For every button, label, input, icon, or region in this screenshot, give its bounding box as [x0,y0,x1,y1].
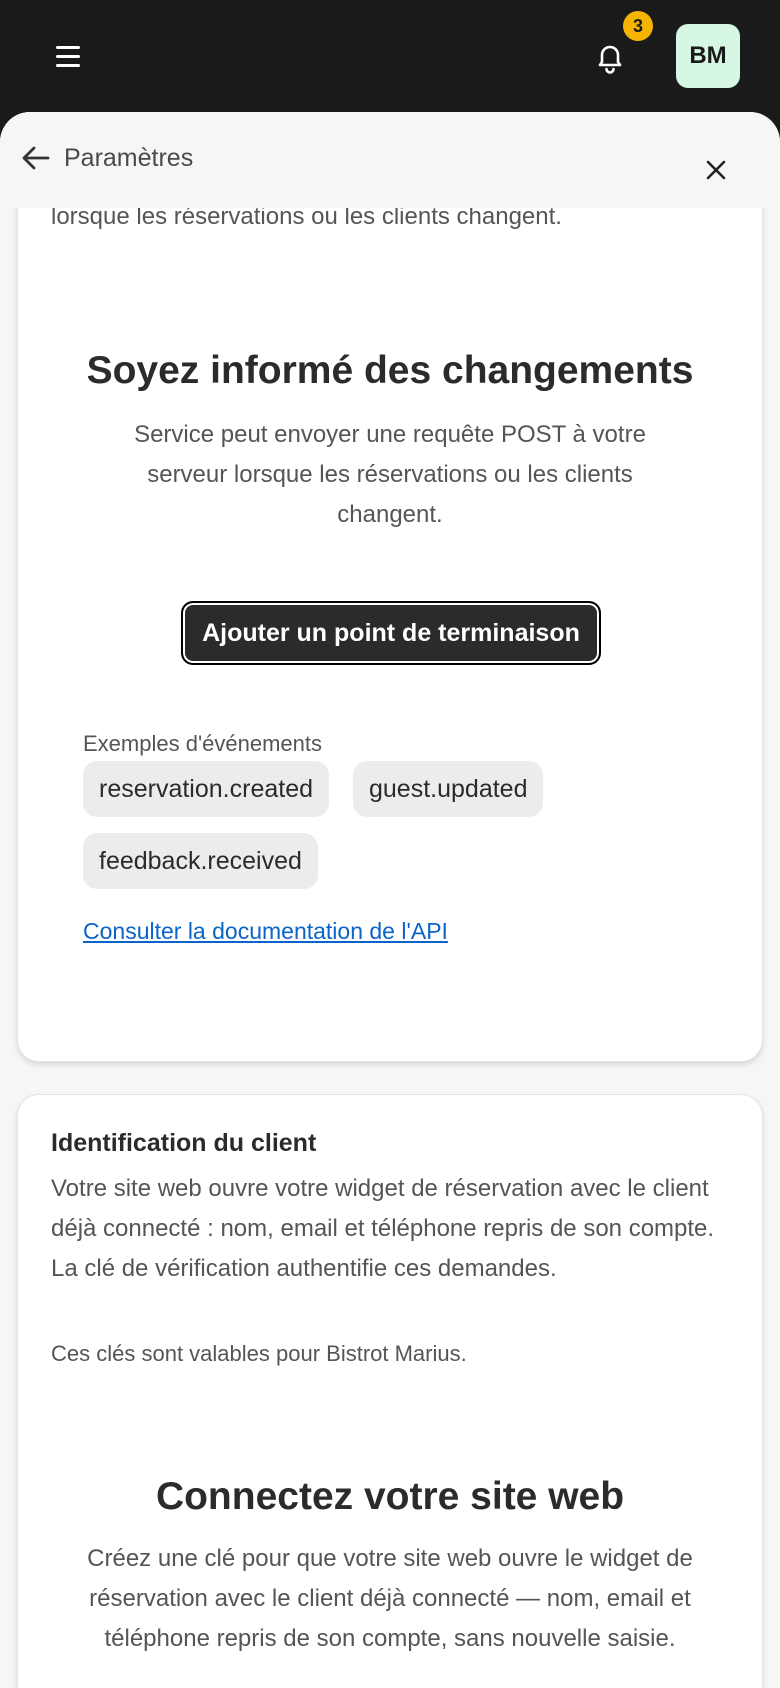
add-endpoint-button[interactable]: Ajouter un point de terminaison [181,601,601,665]
page-title: Paramètres [64,144,194,172]
bell-icon [598,45,622,74]
back-button[interactable] [18,140,54,176]
avatar[interactable]: BM [676,24,740,88]
event-chip: reservation.created [83,761,330,817]
identity-description: Votre site web ouvre votre widget de rés… [51,1175,715,1282]
webhooks-empty-description: Service peut envoyer une requête POST à … [134,421,646,528]
notifications-button[interactable] [588,36,632,80]
close-button[interactable] [696,150,736,190]
api-docs-link[interactable]: Consulter la documentation de l'API [83,918,448,945]
webhooks-card: Service peut envoyer une requête POST à … [17,152,763,1062]
top-bar: 3 BM [0,0,780,112]
arrow-left-icon [22,146,50,170]
notifications-badge: 3 [623,11,653,41]
identity-note: Ces clés sont valables pour Bistrot Mari… [51,1341,467,1366]
events-label: Exemples d'événements [83,731,322,756]
sheet-header: Paramètres [0,112,780,208]
close-icon [706,160,726,180]
event-chip: feedback.received [83,833,318,889]
settings-sheet: Paramètres Service peut envoyer une requ… [0,112,780,1688]
client-identification-card: Identification du client Votre site web … [17,1094,763,1688]
menu-button[interactable] [48,36,88,76]
menu-icon [56,54,80,58]
event-chip: guest.updated [353,761,544,817]
section-title: Identification du client [51,1129,317,1157]
menu-icon [56,45,80,49]
connect-empty-title: Connectez votre site web [155,1475,625,1518]
menu-icon [56,63,80,67]
webhooks-empty-title: Soyez informé des changements [86,349,694,392]
connect-empty-description: Créez une clé pour que votre site web ou… [87,1545,693,1652]
